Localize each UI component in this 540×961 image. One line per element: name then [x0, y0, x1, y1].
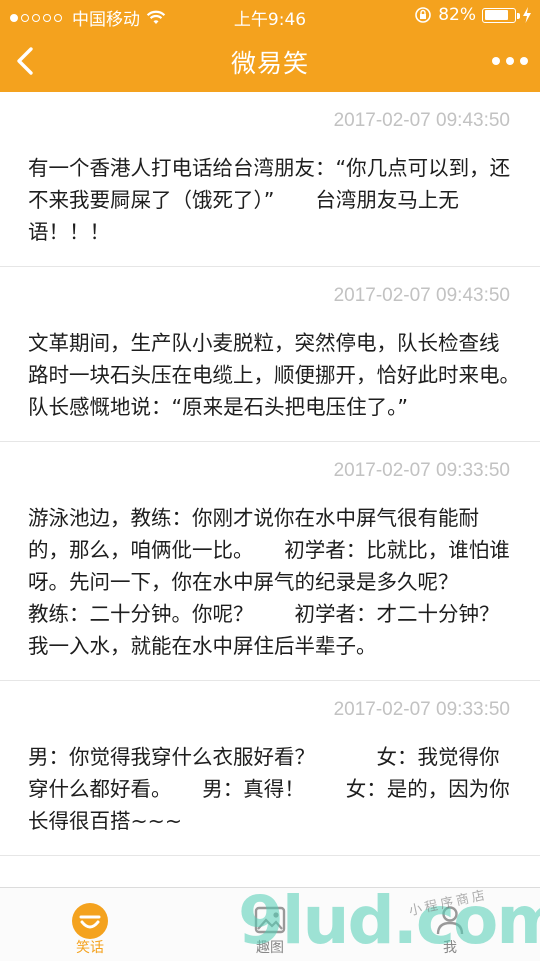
- tab-jokes[interactable]: 笑话: [0, 888, 180, 961]
- tab-me[interactable]: 我: [360, 888, 540, 961]
- post-text: 游泳池边，教练：你刚才说你在水中屏气很有能耐的，那么，咱俩仳一比。 初学者：比就…: [28, 506, 510, 658]
- more-button[interactable]: [490, 44, 530, 78]
- tab-bar: 笑话 趣图 我: [0, 887, 540, 961]
- post-timestamp: 2017-02-07 09:43:50: [333, 110, 510, 131]
- joke-feed[interactable]: 2017-02-07 09:43:50 有一个香港人打电话给台湾朋友：“你几点可…: [0, 92, 540, 887]
- status-bar: 中国移动 上午9:46 82%: [0, 0, 540, 30]
- person-icon: [436, 906, 464, 935]
- more-dots-icon: [492, 57, 528, 65]
- joke-post[interactable]: 2017-02-07 09:33:50 游泳池边，教练：你刚才说你在水中屏气很有…: [0, 442, 540, 681]
- battery-percent: 82%: [438, 5, 476, 25]
- nav-bar: 微易笑: [0, 30, 540, 92]
- post-text: 男：你觉得我穿什么衣服好看？ 女：我觉得你穿什么都好看。 男：真得！ 女：是的，…: [28, 745, 510, 833]
- post-text: 文革期间，生产队小麦脱粒，突然停电，队长检查线路时一块石头压在电缆上，顺便挪开，…: [28, 331, 510, 419]
- charging-bolt-icon: [523, 7, 531, 23]
- joke-post[interactable]: 2017-02-07 09:43:50 有一个香港人打电话给台湾朋友：“你几点可…: [0, 92, 540, 267]
- battery-icon: [482, 7, 520, 23]
- top-bar: 中国移动 上午9:46 82% 微易笑: [0, 0, 540, 92]
- page-title: 微易笑: [230, 49, 309, 78]
- tab-label: 趣图: [256, 940, 284, 956]
- joke-post[interactable]: 2017-02-07 09:33:50 男：你觉得我穿什么衣服好看？ 女：我觉得…: [0, 681, 540, 856]
- post-timestamp: 2017-02-07 09:33:50: [333, 460, 510, 481]
- tab-label: 笑话: [76, 940, 104, 956]
- tab-funny-pictures[interactable]: 趣图: [180, 888, 360, 961]
- joke-post[interactable]: 2017-02-07 09:43:50 文革期间，生产队小麦脱粒，突然停电，队长…: [0, 267, 540, 442]
- status-right: 82%: [414, 5, 532, 25]
- tab-label: 我: [443, 940, 457, 956]
- post-timestamp: 2017-02-07 09:43:50: [333, 285, 510, 306]
- smile-icon: [72, 903, 108, 939]
- post-timestamp: 2017-02-07 09:33:50: [333, 699, 510, 720]
- post-text: 有一个香港人打电话给台湾朋友：“你几点可以到，还不来我要屙屎了（饿死了）” 台湾…: [28, 156, 511, 244]
- orientation-lock-icon: [415, 7, 432, 23]
- picture-icon: [254, 906, 286, 934]
